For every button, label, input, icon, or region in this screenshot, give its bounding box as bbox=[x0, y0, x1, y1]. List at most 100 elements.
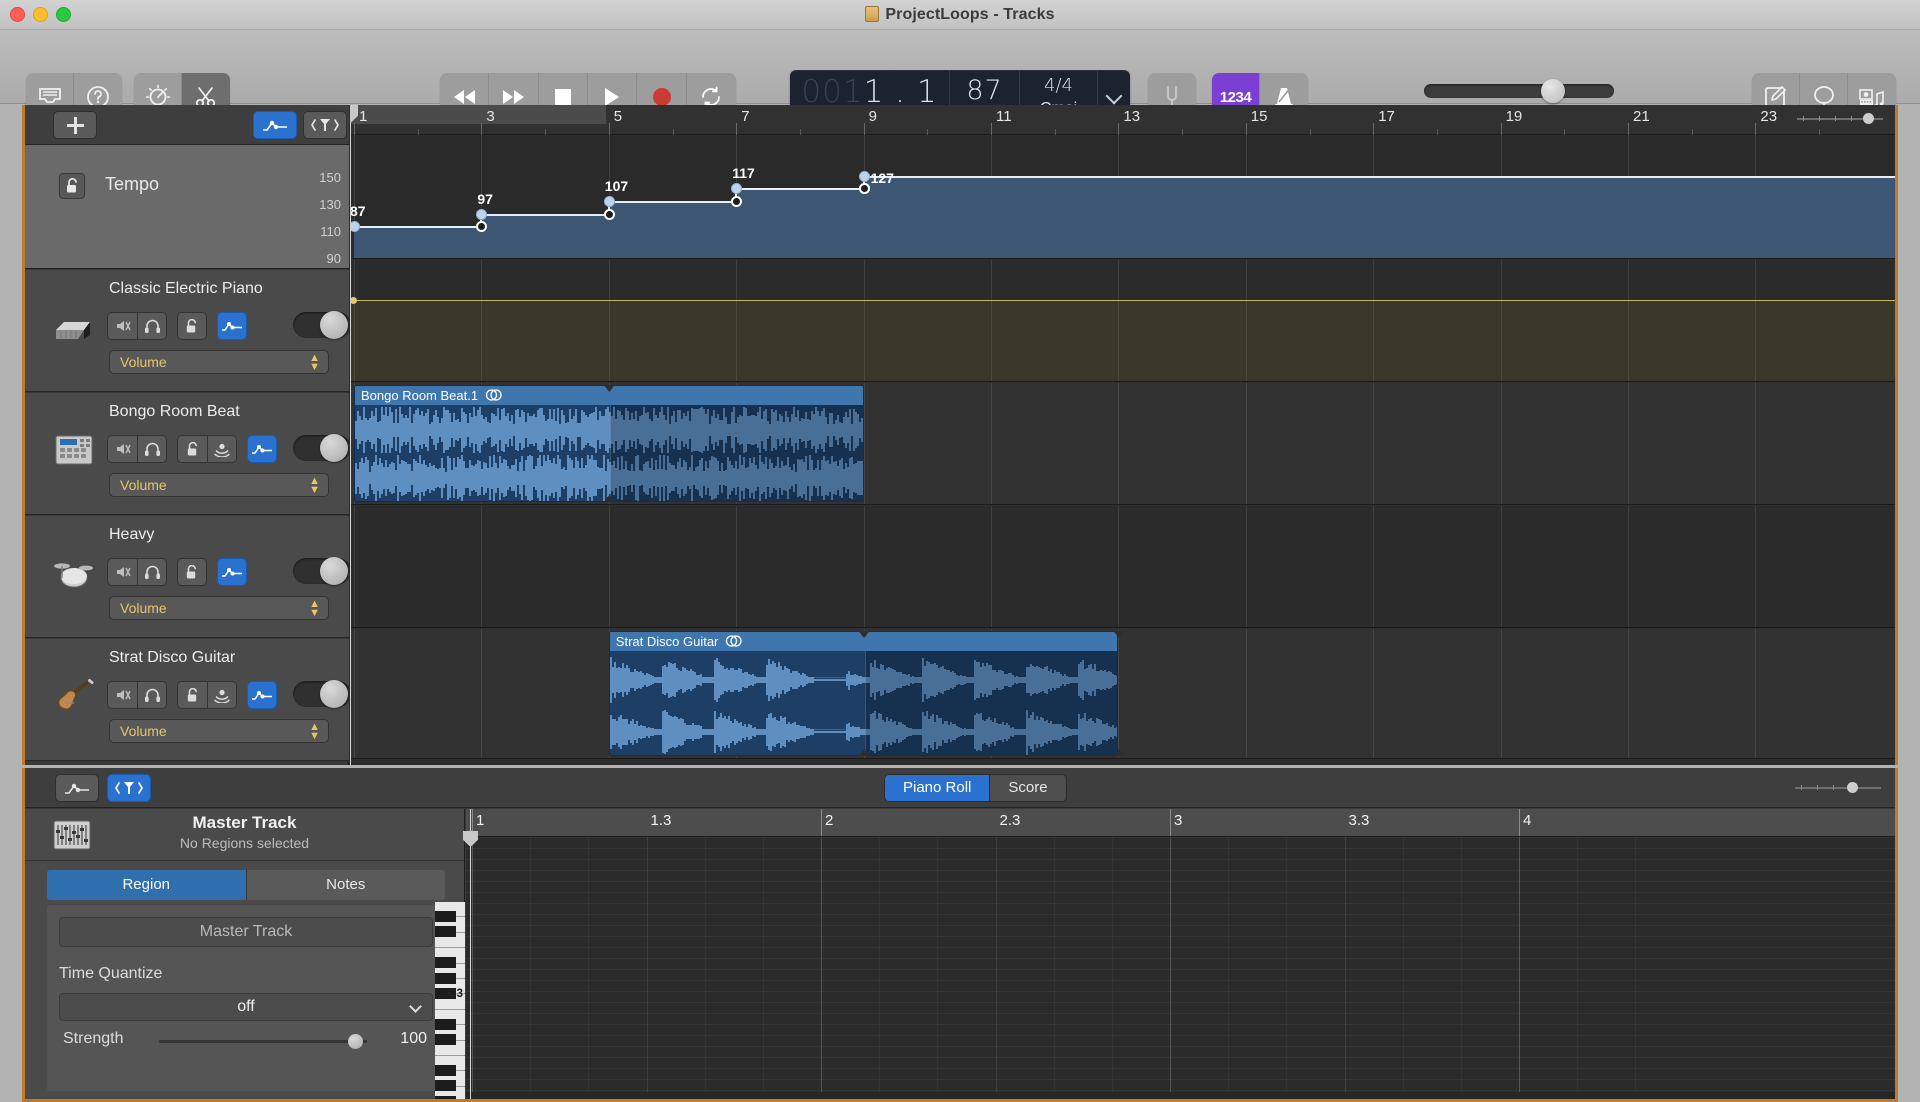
piano-black-key[interactable] bbox=[435, 1065, 456, 1076]
automation-node[interactable] bbox=[350, 297, 357, 304]
piano-black-key[interactable] bbox=[435, 957, 456, 969]
horizontal-zoom-slider[interactable] bbox=[1797, 111, 1883, 127]
editor-note-row bbox=[466, 1046, 1895, 1047]
track-lane-heavy[interactable] bbox=[350, 506, 1895, 628]
solo-button[interactable] bbox=[137, 312, 167, 340]
track-lock-button[interactable] bbox=[177, 312, 207, 340]
master-volume-knob[interactable] bbox=[1541, 79, 1565, 103]
time-quantize-select[interactable]: off bbox=[59, 993, 433, 1021]
track-volume-knob[interactable] bbox=[320, 557, 348, 585]
automation-parameter-select[interactable]: Volume ▲ ▼ bbox=[109, 473, 329, 497]
piano-black-key[interactable] bbox=[435, 1095, 456, 1099]
piano-keyboard[interactable]: C3 bbox=[435, 902, 465, 1099]
strength-control[interactable]: Strength 100 bbox=[59, 1029, 433, 1053]
track-header-heavy[interactable]: Heavy Volume ▲ ▼ bbox=[25, 516, 351, 638]
track-lane-classic-electric-piano[interactable] bbox=[350, 260, 1895, 382]
track-header-strat-disco-guitar[interactable]: Strat Disco Guitar Volume ▲ ▼ bbox=[25, 639, 351, 761]
track-volume-knob[interactable] bbox=[320, 311, 348, 339]
automation-parameter-select[interactable]: Volume ▲ ▼ bbox=[109, 719, 329, 743]
piano-black-key[interactable] bbox=[435, 926, 456, 938]
mute-button[interactable] bbox=[107, 312, 137, 340]
track-volume-toggle[interactable] bbox=[293, 680, 351, 708]
editor-flex-button[interactable] bbox=[107, 774, 151, 802]
tempo-point[interactable] bbox=[858, 170, 870, 182]
tempo-point-end[interactable] bbox=[858, 183, 870, 195]
track-header-bongo-room-beat[interactable]: Bongo Room Beat Volume ▲ ▼ bbox=[25, 393, 351, 515]
tempo-point-end[interactable] bbox=[603, 208, 615, 220]
master-volume-slider[interactable] bbox=[1424, 79, 1614, 103]
track-lock-button[interactable] bbox=[177, 435, 207, 463]
mute-button[interactable] bbox=[107, 558, 137, 586]
audio-region[interactable]: Bongo Room Beat.1 bbox=[354, 385, 864, 502]
editor-automation-button[interactable] bbox=[55, 774, 99, 802]
piano-black-key[interactable] bbox=[435, 1034, 456, 1046]
zoom-slider-knob[interactable] bbox=[1863, 113, 1874, 124]
strength-slider-track[interactable] bbox=[159, 1040, 367, 1043]
automation-parameter-label: Volume bbox=[120, 354, 167, 370]
cycle-range[interactable] bbox=[350, 105, 606, 124]
track-volume-knob[interactable] bbox=[320, 680, 348, 708]
record-enable-button[interactable] bbox=[207, 681, 237, 709]
playhead[interactable] bbox=[350, 105, 358, 765]
ruler-tick bbox=[1118, 123, 1120, 135]
tempo-scale-130: 130 bbox=[319, 197, 341, 212]
track-lock-button[interactable] bbox=[177, 681, 207, 709]
record-enable-button[interactable] bbox=[207, 435, 237, 463]
strength-value: 100 bbox=[400, 1030, 427, 1047]
track-volume-toggle[interactable] bbox=[293, 434, 351, 462]
stepper-icon: ▲ ▼ bbox=[309, 352, 320, 373]
track-automation-button[interactable] bbox=[217, 558, 247, 586]
audio-region[interactable]: Strat Disco Guitar bbox=[608, 631, 1119, 756]
track-automation-button[interactable] bbox=[247, 681, 277, 709]
show-flex-button[interactable] bbox=[303, 111, 347, 139]
editor-note-row bbox=[466, 925, 1895, 926]
show-automation-button[interactable] bbox=[253, 111, 297, 139]
volume-automation-line[interactable] bbox=[350, 300, 1895, 301]
region-name-field[interactable]: Master Track bbox=[59, 917, 433, 947]
piano-black-key[interactable] bbox=[435, 1080, 456, 1092]
track-volume-toggle[interactable] bbox=[293, 311, 351, 339]
track-automation-button[interactable] bbox=[247, 435, 277, 463]
tempo-track-header[interactable]: Tempo 150 130 110 90 70 bbox=[25, 145, 349, 286]
piano-roll-grid-area[interactable]: 1 1.3 2 2.3 3 3.3 4 bbox=[463, 809, 1895, 1102]
editor-subgridline bbox=[1111, 837, 1113, 1099]
track-lock-button[interactable] bbox=[177, 558, 207, 586]
mute-button[interactable] bbox=[107, 435, 137, 463]
track-automation-button[interactable] bbox=[217, 312, 247, 340]
lane-gridline bbox=[354, 629, 355, 758]
piano-black-key[interactable] bbox=[435, 972, 456, 984]
solo-button[interactable] bbox=[137, 681, 167, 709]
track-header-classic-electric-piano[interactable]: Classic Electric Piano Volume ▲ ▼ bbox=[25, 270, 351, 392]
tempo-scale-150: 150 bbox=[319, 170, 341, 185]
editor-ruler-mark: 3 bbox=[1174, 812, 1183, 829]
tempo-track-lane[interactable]: 87 97 107 117 127 bbox=[350, 135, 1895, 259]
editor-beat-ruler[interactable]: 1 1.3 2 2.3 3 3.3 4 bbox=[466, 809, 1895, 837]
automation-parameter-select[interactable]: Volume ▲ ▼ bbox=[109, 596, 329, 620]
solo-button[interactable] bbox=[137, 435, 167, 463]
add-track-button[interactable] bbox=[53, 111, 97, 139]
arrange-canvas[interactable]: 1 3 5 7 9 11 13 15 17 19 21 23 87 97 107 117 127 Bongo … bbox=[350, 105, 1895, 765]
track-volume-knob[interactable] bbox=[320, 434, 348, 462]
tab-region[interactable]: Region bbox=[47, 870, 247, 900]
tab-notes[interactable]: Notes bbox=[246, 870, 445, 900]
editor-grid[interactable] bbox=[466, 837, 1895, 1102]
editor-zoom-slider[interactable] bbox=[1795, 780, 1881, 796]
tempo-point[interactable] bbox=[603, 196, 615, 208]
tab-score[interactable]: Score bbox=[990, 775, 1066, 801]
piano-black-key[interactable] bbox=[435, 911, 456, 922]
mute-button[interactable] bbox=[107, 681, 137, 709]
editor-gridline bbox=[995, 837, 997, 1099]
editor-horizontal-scrollbar[interactable] bbox=[466, 1092, 1895, 1099]
track-lane-bongo-room-beat[interactable]: Bongo Room Beat.1 bbox=[350, 383, 1895, 505]
strength-slider-knob[interactable] bbox=[348, 1034, 363, 1049]
bar-ruler[interactable]: 1 3 5 7 9 11 13 15 17 19 21 23 bbox=[350, 105, 1895, 135]
piano-black-key[interactable] bbox=[435, 1018, 456, 1030]
editor-playhead[interactable] bbox=[463, 809, 478, 1099]
tempo-lock-button[interactable] bbox=[59, 173, 85, 199]
track-lane-strat-disco-guitar[interactable]: Strat Disco Guitar bbox=[350, 629, 1895, 759]
editor-zoom-slider-knob[interactable] bbox=[1847, 782, 1858, 793]
automation-parameter-select[interactable]: Volume ▲ ▼ bbox=[109, 350, 329, 374]
tab-piano-roll[interactable]: Piano Roll bbox=[885, 775, 991, 801]
track-volume-toggle[interactable] bbox=[293, 557, 351, 585]
solo-button[interactable] bbox=[137, 558, 167, 586]
